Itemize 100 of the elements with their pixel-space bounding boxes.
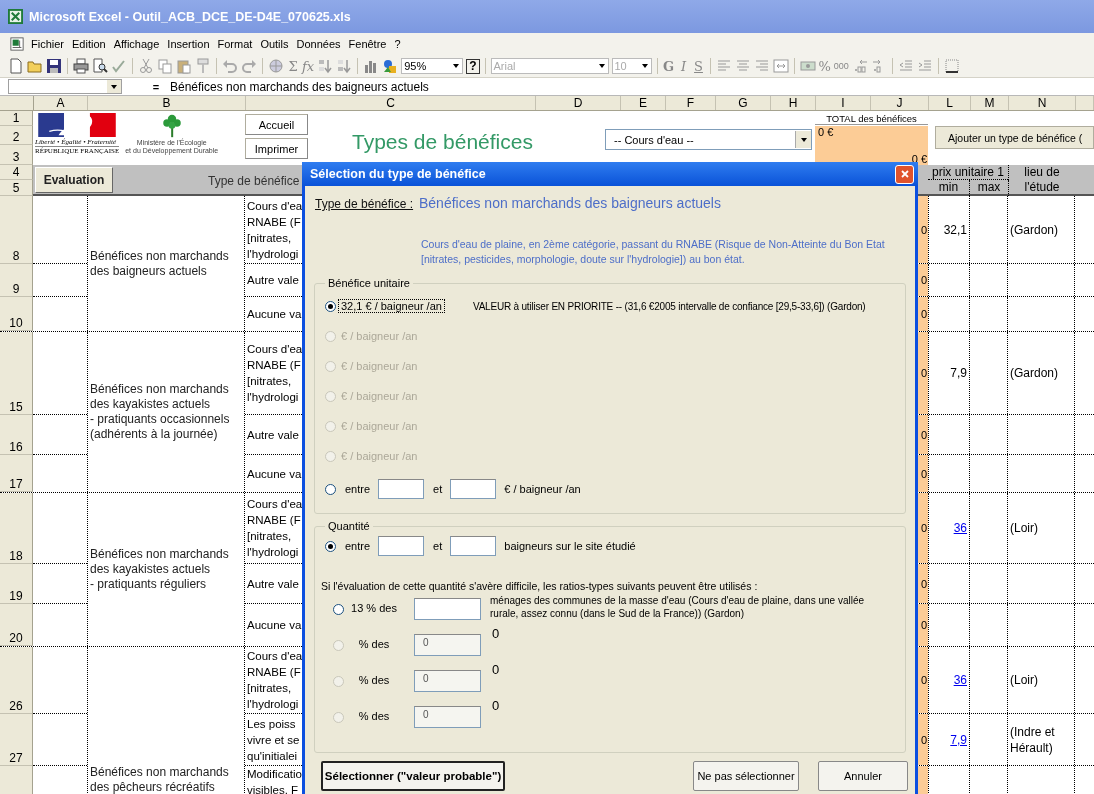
skip-button[interactable]: Ne pas sélectionner <box>693 761 799 791</box>
workbook-icon[interactable] <box>10 37 24 51</box>
row-header[interactable]: 5 <box>0 180 33 196</box>
merge-cells-icon[interactable] <box>772 58 789 74</box>
paintbrush-icon[interactable] <box>195 58 211 74</box>
table-cell: (Loir) <box>1008 493 1075 563</box>
align-center-icon[interactable] <box>734 58 751 74</box>
save-icon[interactable] <box>46 58 62 74</box>
radio-button[interactable] <box>325 300 336 312</box>
preview-icon[interactable] <box>92 58 108 74</box>
radio-button[interactable] <box>333 604 344 615</box>
new-document-icon[interactable] <box>8 58 24 74</box>
zoom-dropdown[interactable]: 95% <box>401 58 464 74</box>
evaluation-button[interactable]: Evaluation <box>35 167 113 193</box>
sheet-title: Types de bénéfices <box>352 130 534 154</box>
radio-button[interactable] <box>325 540 336 552</box>
globe-icon[interactable] <box>268 58 284 74</box>
borders-icon[interactable] <box>943 58 960 74</box>
home-button[interactable]: Accueil <box>245 114 308 135</box>
caret-icon <box>799 135 808 144</box>
row-header[interactable]: 16 <box>0 415 33 455</box>
scissors-icon[interactable] <box>138 58 154 74</box>
row-header[interactable]: 4 <box>0 165 33 180</box>
redo-icon[interactable] <box>241 58 257 74</box>
decrease-indent-icon[interactable] <box>897 58 914 74</box>
option-label[interactable]: 32,1 € / baigneur /an <box>338 299 445 313</box>
printer-icon[interactable] <box>73 58 89 74</box>
input-field[interactable] <box>414 598 481 620</box>
input-field[interactable] <box>450 479 497 499</box>
row-header[interactable]: 26 <box>0 647 33 714</box>
column-header[interactable]: H <box>771 96 816 110</box>
menu-item[interactable]: Insertion <box>166 37 211 51</box>
row-header[interactable]: 3 <box>0 145 33 165</box>
cell-link[interactable]: 36 <box>953 673 967 687</box>
row-header[interactable]: 8 <box>0 196 33 264</box>
input-field[interactable] <box>450 536 497 556</box>
row-header[interactable]: 20 <box>0 604 33 646</box>
table-cell: Bénéfices non marchands des baigneurs actuels <box>87 196 245 331</box>
menu-item[interactable]: ? <box>393 37 402 51</box>
category-dropdown[interactable]: -- Cours d'eau -- <box>605 129 812 150</box>
option-label: et <box>433 540 443 552</box>
group-label: Quantité <box>327 520 371 532</box>
cell-link[interactable]: 7,9 <box>950 732 967 747</box>
row-header[interactable]: 9 <box>0 264 33 297</box>
menu-item[interactable]: Fenêtre <box>347 37 388 51</box>
currency-icon[interactable] <box>799 58 816 74</box>
add-benefit-button[interactable]: Ajouter un type de bénéfice ( <box>935 126 1094 149</box>
drawing-tools-icon[interactable] <box>382 58 399 74</box>
cancel-button[interactable]: Annuler <box>817 761 908 791</box>
input-field[interactable] <box>378 536 425 556</box>
radio-button[interactable] <box>325 483 336 495</box>
column-header[interactable]: A <box>34 96 88 110</box>
column-header[interactable]: C <box>246 96 536 110</box>
cell-link[interactable]: 36 <box>953 521 967 535</box>
column-header[interactable]: N <box>1009 96 1076 110</box>
menu-item[interactable]: Outils <box>259 37 290 51</box>
row-header[interactable]: 1 <box>0 111 33 126</box>
close-button[interactable] <box>895 164 914 184</box>
column-header[interactable]: G <box>716 96 771 110</box>
row-header[interactable]: 18 <box>0 493 33 564</box>
column-header[interactable]: M <box>971 96 1009 110</box>
align-right-icon[interactable] <box>753 58 770 74</box>
menu-item[interactable]: Edition <box>71 37 107 51</box>
clipboard-icon[interactable] <box>176 58 192 74</box>
menu-item[interactable]: Données <box>295 37 342 51</box>
cell-value: 32,1 <box>943 222 967 237</box>
column-header[interactable]: I <box>816 96 871 110</box>
align-left-icon[interactable] <box>715 58 732 74</box>
column-header[interactable]: B <box>88 96 246 110</box>
print-button[interactable]: Imprimer <box>245 138 308 159</box>
menu-item[interactable]: Fichier <box>30 37 65 51</box>
column-title: min <box>928 180 970 196</box>
close-icon <box>899 169 910 179</box>
column-header[interactable]: J <box>871 96 929 110</box>
row-header[interactable]: 19 <box>0 564 33 604</box>
column-header[interactable]: L <box>929 96 971 110</box>
sort-descending-icon[interactable] <box>336 58 353 74</box>
select-button[interactable]: Sélectionner ("valeur probable") <box>321 761 506 791</box>
undo-icon[interactable] <box>222 58 238 74</box>
spellcheck-icon[interactable] <box>111 58 127 74</box>
ratio-result: 0 <box>492 698 500 713</box>
row-header[interactable]: 27 <box>0 714 33 766</box>
column-header[interactable]: F <box>666 96 716 110</box>
help-button[interactable]: ? <box>466 58 480 74</box>
column-header[interactable]: D <box>536 96 621 110</box>
row-header[interactable]: 17 <box>0 455 33 492</box>
row-header[interactable]: 15 <box>0 332 33 415</box>
dropdown-button[interactable] <box>107 80 121 93</box>
row-header[interactable] <box>0 766 33 794</box>
table-cell: (Gardon) <box>1008 332 1075 414</box>
sort-ascending-icon[interactable] <box>317 58 334 74</box>
menu-item[interactable]: Format <box>216 37 254 51</box>
input-field[interactable] <box>378 479 425 499</box>
formula-field[interactable]: Bénéfices non marchands des baigneurs actuels <box>170 79 1094 94</box>
copy-icon[interactable] <box>157 58 173 74</box>
row-header[interactable]: 10 <box>0 297 33 331</box>
column-header[interactable]: E <box>621 96 666 110</box>
increase-indent-icon[interactable] <box>916 58 933 74</box>
row-header[interactable]: 2 <box>0 126 33 145</box>
menu-item[interactable]: Affichage <box>112 37 161 51</box>
